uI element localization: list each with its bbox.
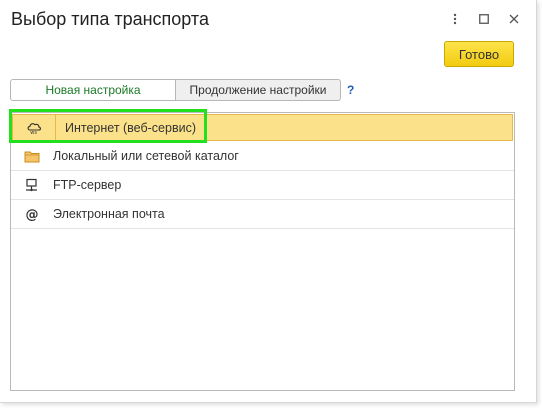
tab-bar: Новая настройка Продолжение настройки (10, 79, 341, 101)
tab-new-setup[interactable]: Новая настройка (10, 79, 176, 101)
list-item-label: FTP-сервер (53, 178, 122, 192)
more-vert-icon[interactable] (445, 9, 465, 29)
at-sign-icon: @ (11, 207, 53, 222)
ftp-server-icon (11, 178, 53, 192)
window-title: Выбор типа транспорта (11, 9, 209, 29)
ready-button[interactable]: Готово (444, 41, 514, 67)
tab-continue-setup[interactable]: Продолжение настройки (176, 79, 341, 101)
maximize-icon[interactable] (474, 9, 494, 29)
folder-icon (11, 150, 53, 163)
svg-text:ws: ws (30, 130, 37, 135)
help-link[interactable]: ? (347, 83, 354, 97)
list-item-email[interactable]: @ Электронная почта (11, 200, 514, 229)
svg-text:@: @ (26, 208, 39, 222)
list-item-ftp[interactable]: FTP-сервер (11, 171, 514, 200)
transport-list: ws Интернет (веб-сервис) Локальный или с… (10, 112, 515, 391)
list-item-label: Электронная почта (53, 207, 165, 221)
list-item-label: Локальный или сетевой каталог (53, 149, 239, 163)
dialog-window: Выбор типа транспорта Готово Новая настр… (0, 0, 537, 403)
cloud-ws-icon: ws (13, 115, 56, 140)
list-item-label: Интернет (веб-сервис) (65, 120, 196, 135)
close-icon[interactable] (504, 9, 524, 29)
list-item-internet[interactable]: ws Интернет (веб-сервис) (12, 114, 513, 141)
list-item-local-folder[interactable]: Локальный или сетевой каталог (11, 142, 514, 171)
